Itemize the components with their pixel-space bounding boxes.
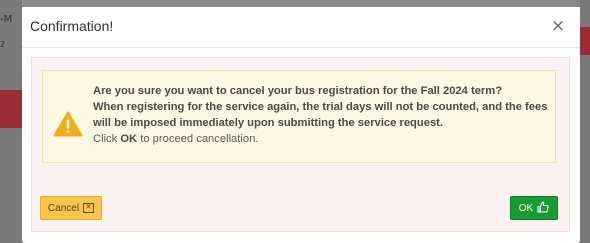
alert-text-suffix: to proceed cancellation. xyxy=(137,133,259,145)
alert-line: When registering for the service again, … xyxy=(93,101,548,113)
cancel-button[interactable]: Cancel ✕ xyxy=(40,196,102,220)
thumbs-up-icon xyxy=(533,200,549,216)
close-box-icon: ✕ xyxy=(83,203,95,213)
ok-button-label: OK xyxy=(518,202,534,214)
warning-triangle-icon xyxy=(53,111,83,137)
backdrop-banner-right xyxy=(580,27,590,55)
ok-button[interactable]: OK xyxy=(510,196,558,220)
cancel-button-label: Cancel xyxy=(47,202,80,214)
alert-line: Are you sure you want to cancel your bus… xyxy=(93,85,503,97)
backdrop-text: -M xyxy=(0,14,13,25)
backdrop-text: 2 xyxy=(0,40,6,49)
backdrop-banner-left xyxy=(0,90,22,128)
alert-ok-emphasis: OK xyxy=(120,133,138,145)
confirmation-dialog: Confirmation! × Are you sure you want to… xyxy=(22,7,580,243)
alert-line: Click OK to proceed cancellation. xyxy=(93,131,553,147)
close-button[interactable]: × xyxy=(550,16,566,36)
alert-line: will be imposed immediately upon submitt… xyxy=(93,117,443,129)
alert-text-prefix: Click xyxy=(93,133,121,145)
dialog-title: Confirmation! xyxy=(30,18,114,34)
dialog-header: Confirmation! × xyxy=(22,7,580,48)
alert-message: Are you sure you want to cancel your bus… xyxy=(93,83,553,147)
warning-alert: Are you sure you want to cancel your bus… xyxy=(42,70,556,163)
dialog-body: Are you sure you want to cancel your bus… xyxy=(31,57,570,232)
